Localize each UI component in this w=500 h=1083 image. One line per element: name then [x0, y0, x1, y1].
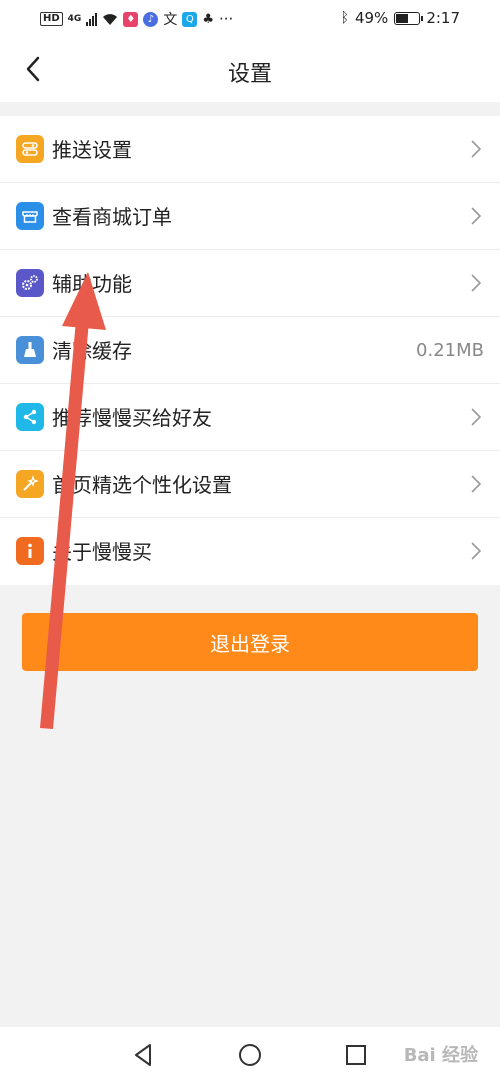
signal-icon: [86, 12, 98, 26]
status-left: HD 4G ♦ ♪ 文 Q ♣ ···: [40, 9, 233, 29]
overflow-indicator: ···: [218, 10, 234, 28]
broom-icon: [16, 336, 44, 364]
clock: 2:17: [426, 9, 460, 27]
menu-item-orders[interactable]: 查看商城订单: [0, 183, 500, 250]
chevron-right-icon: [471, 207, 482, 225]
menu-item-push-settings[interactable]: 推送设置: [0, 116, 500, 183]
chevron-right-icon: [471, 140, 482, 158]
magic-wand-icon: [16, 470, 44, 498]
recents-square-icon[interactable]: [340, 1039, 372, 1071]
logout-button[interactable]: 退出登录: [22, 613, 478, 671]
menu-item-label: 辅助功能: [52, 272, 132, 296]
page-title: 设置: [227, 62, 272, 87]
network-type: 4G: [67, 14, 82, 24]
battery-percent: 49%: [354, 9, 389, 27]
menu-item-about[interactable]: 关于慢慢买: [0, 518, 500, 585]
translate-icon: 文: [163, 12, 178, 28]
hd-indicator: HD: [40, 12, 63, 26]
status-right: ᛒ 49% 2:17: [341, 9, 460, 27]
menu-item-label: 首页精选个性化设置: [52, 473, 232, 497]
header: 设置: [0, 38, 500, 102]
cache-size: 0.21MB: [416, 340, 484, 361]
home-circle-icon[interactable]: [234, 1039, 266, 1071]
menu-item-label: 查看商城订单: [52, 205, 172, 229]
menu-item-share[interactable]: 推荐慢慢买给好友: [0, 384, 500, 451]
bluetooth-icon: ᛒ: [340, 10, 349, 26]
system-nav-bar: Bai 经验: [0, 1027, 500, 1083]
menu-item-label: 推荐慢慢买给好友: [52, 406, 212, 430]
chevron-right-icon: [471, 475, 482, 493]
wifi-icon: [103, 14, 118, 25]
battery-icon: [394, 11, 424, 25]
chevron-right-icon: [471, 542, 482, 560]
music-icon: ♪: [143, 11, 159, 27]
menu-item-label: 清除缓存: [52, 339, 132, 363]
settings-menu: 推送设置 查看商城订单 辅助功能 清除缓存 0.21MB 推荐慢慢买给好友 首页…: [0, 116, 500, 585]
back-triangle-icon[interactable]: [128, 1039, 160, 1071]
status-bar: HD 4G ♦ ♪ 文 Q ♣ ··· ᛒ 49% 2:17: [0, 0, 500, 38]
chevron-right-icon: [471, 274, 482, 292]
share-icon: [16, 403, 44, 431]
menu-item-label: 推送设置: [52, 138, 132, 162]
menu-item-accessibility[interactable]: 辅助功能: [0, 250, 500, 317]
info-icon: [16, 537, 44, 565]
push-toggle-icon: [16, 135, 44, 163]
battery-level: [396, 13, 409, 23]
gears-icon: [16, 269, 44, 297]
watermark: Bai 经验: [403, 1045, 478, 1066]
menu-item-clear-cache[interactable]: 清除缓存 0.21MB: [0, 317, 500, 384]
store-icon: [16, 202, 44, 230]
penguin-icon: ♣: [202, 11, 214, 27]
menu-item-label: 关于慢慢买: [52, 540, 152, 564]
menu-item-personalization[interactable]: 首页精选个性化设置: [0, 451, 500, 518]
app-notification-icon: ♦: [123, 11, 139, 27]
chevron-right-icon: [471, 408, 482, 426]
search-app-icon: Q: [182, 11, 198, 27]
